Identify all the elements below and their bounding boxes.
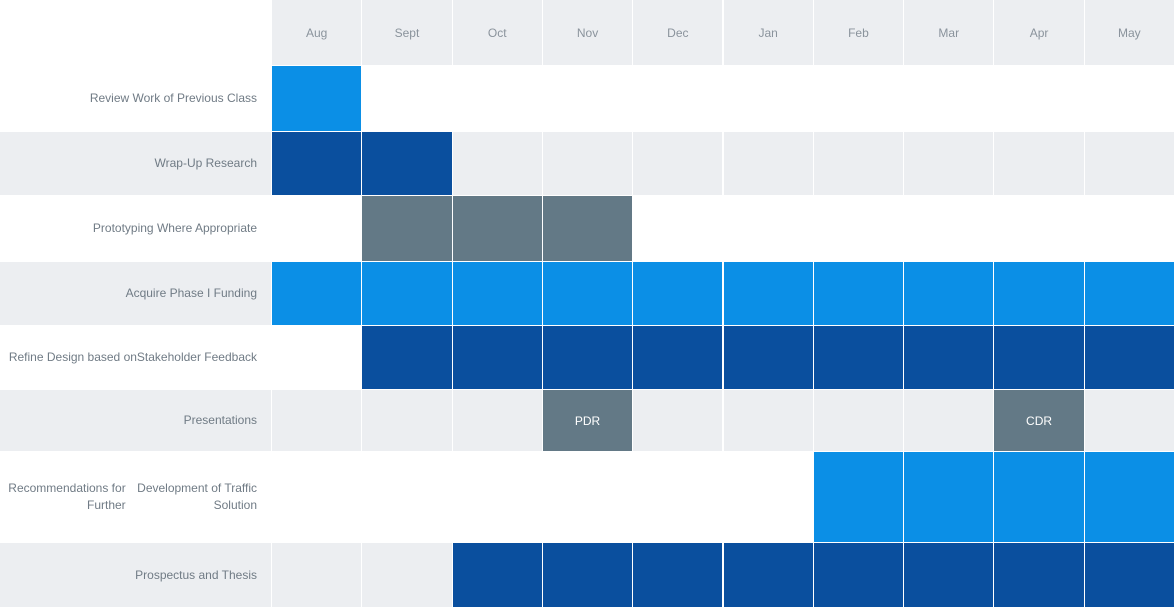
month-header: Mar bbox=[904, 0, 994, 65]
task-bar-cell bbox=[633, 326, 723, 389]
task-bar-cell bbox=[1084, 262, 1174, 325]
month-header: Sept bbox=[362, 0, 452, 65]
grid-cell bbox=[904, 66, 993, 131]
month-header: Feb bbox=[813, 0, 904, 65]
grid-cell bbox=[633, 196, 722, 261]
task-bar-cell bbox=[633, 543, 723, 607]
grid-cell bbox=[633, 390, 723, 451]
month-header: Dec bbox=[633, 0, 723, 65]
grid-cell bbox=[453, 452, 542, 542]
grid-cell bbox=[452, 132, 542, 195]
grid-cell bbox=[362, 390, 452, 451]
task-bar-cell bbox=[723, 262, 813, 325]
grid-cell bbox=[814, 66, 903, 131]
grid-cell bbox=[904, 196, 993, 261]
task-label: Refine Design based on Stakeholder Feedba… bbox=[8, 350, 257, 364]
task-bar-cell bbox=[1084, 326, 1174, 389]
task-label: Review Work of Previous Class bbox=[89, 91, 257, 105]
task-bar-cell bbox=[813, 262, 904, 325]
grid-cell bbox=[814, 196, 903, 261]
grid-cell bbox=[1084, 132, 1174, 195]
task-label: Presentations bbox=[0, 390, 271, 451]
gantt-chart: Aug Sept Oct Nov Dec Jan Feb Mar Apr May Review Wo… bbox=[0, 0, 1175, 607]
task-label: Prospectus and Thesis bbox=[0, 543, 271, 607]
grid-cell bbox=[994, 132, 1084, 195]
grid-cell bbox=[272, 452, 361, 542]
month-header: Apr bbox=[994, 0, 1084, 65]
task-label: Recommendations for Further Development o… bbox=[8, 481, 257, 512]
task-bar-cell bbox=[362, 132, 452, 195]
task-bar-cell bbox=[723, 326, 813, 389]
milestone-label: CDR bbox=[1026, 413, 1053, 428]
task-bar-cell bbox=[542, 543, 633, 607]
grid-cell bbox=[724, 196, 813, 261]
grid-cell bbox=[1084, 390, 1174, 451]
task-label: Wrap-Up Research bbox=[0, 132, 271, 195]
grid-cell bbox=[272, 390, 362, 451]
grid-cell bbox=[272, 196, 361, 261]
task-bar-cell bbox=[452, 196, 542, 261]
task-bar-cell bbox=[452, 262, 542, 325]
grid-cell bbox=[453, 66, 542, 131]
task-label: Acquire Phase I Funding bbox=[0, 262, 271, 325]
task-bar-cell bbox=[904, 326, 994, 389]
grid-cell bbox=[633, 132, 723, 195]
grid-cell bbox=[542, 132, 633, 195]
task-bar-cell bbox=[904, 452, 994, 542]
task-bar-cell bbox=[272, 66, 362, 131]
task-bar-cell bbox=[1084, 452, 1174, 542]
task-bar-cell bbox=[542, 262, 633, 325]
grid-cell bbox=[272, 326, 361, 389]
task-bar-cell bbox=[362, 326, 452, 389]
grid-cell bbox=[543, 66, 632, 131]
task-bar-cell bbox=[813, 452, 904, 542]
task-bar-cell bbox=[813, 543, 904, 607]
grid-cell bbox=[633, 66, 722, 131]
grid-cell bbox=[543, 452, 632, 542]
task-bar-cell bbox=[994, 543, 1084, 607]
grid-cell bbox=[904, 390, 994, 451]
grid-cell bbox=[633, 452, 722, 542]
grid-cell bbox=[813, 132, 904, 195]
milestone-label: PDR bbox=[574, 413, 601, 428]
grid-cell bbox=[723, 132, 813, 195]
grid-cell bbox=[272, 543, 362, 607]
task-bar-cell bbox=[362, 262, 452, 325]
grid-cell bbox=[904, 132, 994, 195]
grid-cell bbox=[994, 66, 1083, 131]
task-bar-cell bbox=[1084, 543, 1174, 607]
grid-cell bbox=[362, 452, 451, 542]
task-bar-cell bbox=[813, 326, 904, 389]
task-bar-cell bbox=[723, 543, 813, 607]
task-bar-cell bbox=[272, 132, 362, 195]
grid-cell bbox=[724, 452, 813, 542]
grid-cell bbox=[994, 196, 1083, 261]
grid-cell bbox=[724, 66, 813, 131]
month-header: May bbox=[1084, 0, 1174, 65]
task-label: Prototyping Where Appropriate bbox=[92, 221, 257, 235]
task-bar-cell bbox=[904, 262, 994, 325]
task-bar-cell bbox=[994, 262, 1084, 325]
month-header: Jan bbox=[723, 0, 813, 65]
task-bar-cell bbox=[452, 326, 542, 389]
task-bar-cell bbox=[362, 196, 452, 261]
task-bar-cell bbox=[452, 543, 542, 607]
month-header: Nov bbox=[542, 0, 633, 65]
task-bar-cell bbox=[542, 196, 633, 261]
task-bar-cell bbox=[272, 262, 362, 325]
grid-cell bbox=[813, 390, 904, 451]
task-bar-cell bbox=[633, 262, 723, 325]
grid-cell bbox=[362, 543, 452, 607]
task-bar-cell bbox=[994, 452, 1084, 542]
grid-cell bbox=[1085, 66, 1174, 131]
task-bar-cell bbox=[904, 543, 994, 607]
grid-cell bbox=[362, 66, 451, 131]
grid-cell bbox=[452, 390, 542, 451]
month-header: Oct bbox=[452, 0, 542, 65]
task-bar-cell bbox=[994, 326, 1084, 389]
grid-cell bbox=[1085, 196, 1174, 261]
month-header: Aug bbox=[272, 0, 362, 65]
grid-cell bbox=[723, 390, 813, 451]
task-bar-cell bbox=[542, 326, 633, 389]
